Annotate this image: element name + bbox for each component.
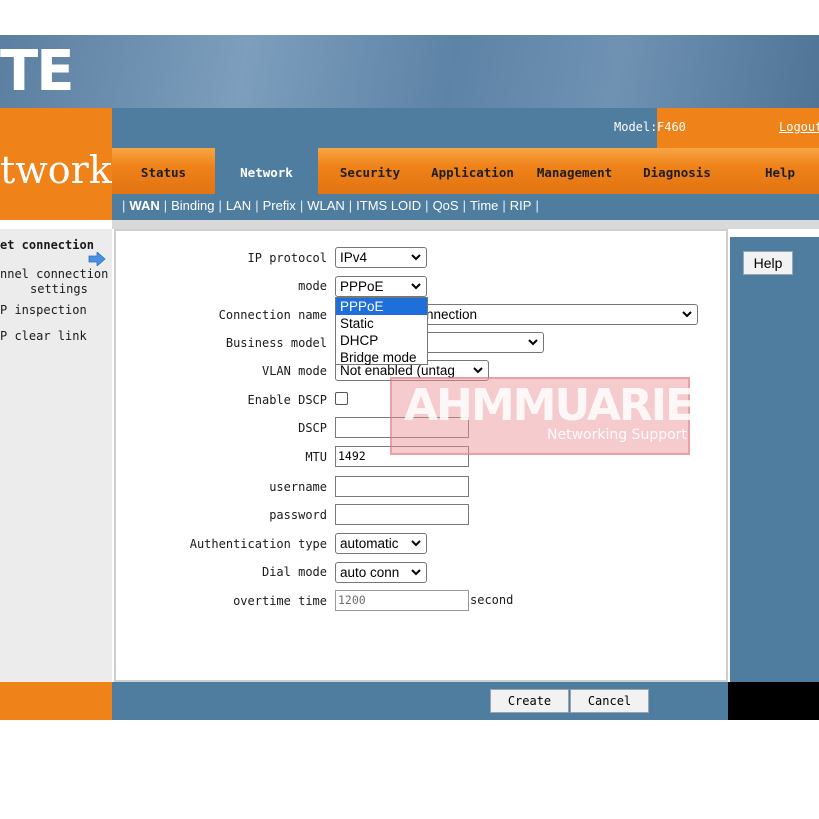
menu-application[interactable]: Application	[422, 148, 523, 194]
connection-name-label: Connection name	[218, 308, 327, 322]
authentication-type-select[interactable]: automatic	[335, 533, 427, 554]
overtime-time-label: overtime time	[233, 594, 327, 608]
mode-option-static[interactable]: Static	[336, 315, 427, 332]
password-label: password	[269, 508, 327, 522]
model-value: F460	[657, 120, 686, 134]
mode-label: mode	[298, 279, 327, 293]
business-model-label: Business model	[225, 336, 327, 350]
submenu: | WAN | Binding | LAN | Prefix | WLAN | ITMS LOID | Q…	[118, 198, 543, 213]
right-arrow-icon	[88, 252, 106, 266]
watermark-subtext: Networking Support	[547, 427, 687, 443]
submenu-binding[interactable]: Binding	[171, 198, 214, 213]
submenu-separator: |	[502, 198, 506, 213]
vlan-mode-label: VLAN mode	[261, 364, 327, 378]
submenu-prefix[interactable]: Prefix	[263, 198, 296, 213]
menu-network[interactable]: Network	[215, 148, 318, 194]
submenu-qos[interactable]: QoS	[433, 198, 459, 213]
enable-dscp-checkbox[interactable]	[335, 392, 348, 405]
submenu-separator: |	[163, 198, 168, 213]
logout-link[interactable]: Logout	[779, 120, 819, 134]
submenu-separator: |	[218, 198, 222, 213]
footer-right	[728, 682, 819, 720]
submenu-itms-loid[interactable]: ITMS LOID	[356, 198, 421, 213]
chevron-down-icon	[411, 569, 421, 576]
brand-logo: TE	[0, 39, 74, 104]
submenu-separator: |	[299, 198, 304, 213]
overtime-time-input[interactable]: 1200	[335, 590, 469, 611]
username-label: username	[269, 480, 327, 494]
dial-mode-select[interactable]: auto conn	[335, 562, 427, 583]
menu-security[interactable]: Security	[318, 148, 422, 194]
submenu-lan[interactable]: LAN	[226, 198, 251, 213]
mode-value: PPPoE	[340, 279, 384, 294]
menu-status[interactable]: Status	[112, 148, 215, 194]
submenu-separator: |	[122, 198, 126, 213]
mode-option-dhcp[interactable]: DHCP	[336, 332, 427, 349]
chevron-down-icon	[528, 339, 538, 346]
watermark-text: AHMMUARIEF	[404, 380, 723, 431]
section-title: twork	[0, 148, 112, 192]
chevron-down-icon	[411, 540, 421, 547]
help-panel	[730, 237, 819, 682]
cancel-button[interactable]: Cancel	[570, 689, 649, 713]
menu-management[interactable]: Management	[523, 148, 626, 194]
mode-option-pppoe[interactable]: PPPoE	[336, 298, 427, 315]
username-input[interactable]	[335, 476, 469, 497]
nav-tunnel-connection[interactable]: nnel connection	[0, 267, 108, 281]
menu-diagnosis[interactable]: Diagnosis	[626, 148, 728, 194]
nav-internet-connection[interactable]: et connection	[0, 238, 94, 252]
menu-help[interactable]: Help	[728, 148, 819, 194]
chevron-down-icon	[411, 283, 421, 290]
divider-strip	[112, 220, 819, 229]
submenu-separator: |	[535, 198, 539, 213]
ip-protocol-value: IPv4	[340, 250, 368, 265]
top-info-bar	[112, 108, 657, 148]
password-input[interactable]	[335, 504, 469, 525]
submenu-separator: |	[255, 198, 259, 213]
chevron-down-icon	[411, 254, 421, 261]
submenu-separator: |	[462, 198, 466, 213]
model-label: Model:	[614, 120, 658, 134]
connection-name-value: nnection	[426, 307, 478, 322]
dial-mode-label: Dial mode	[261, 565, 327, 579]
dscp-label: DSCP	[298, 421, 327, 435]
mode-option-bridge-mode[interactable]: Bridge mode	[336, 349, 427, 366]
nav-ip-inspection[interactable]: P inspection	[0, 303, 87, 317]
footer-left	[0, 682, 112, 720]
overtime-unit: second	[470, 593, 514, 607]
nav-ip-clear-link[interactable]: P clear link	[0, 329, 87, 343]
enable-dscp-label: Enable DSCP	[247, 393, 327, 407]
mode-select[interactable]: PPPoE	[335, 276, 427, 297]
submenu-separator: |	[425, 198, 429, 213]
submenu-time[interactable]: Time	[470, 198, 498, 213]
ip-protocol-label: IP protocol	[247, 251, 327, 265]
chevron-down-icon	[682, 311, 692, 318]
nav-tunnel-connection-settings[interactable]: settings	[30, 282, 88, 296]
submenu-separator: |	[348, 198, 353, 213]
mtu-label: MTU	[305, 450, 327, 464]
help-button[interactable]: Help	[743, 251, 793, 275]
authentication-type-label: Authentication type	[189, 537, 327, 551]
dial-mode-value: auto conn	[340, 565, 400, 580]
submenu-rip[interactable]: RIP	[510, 198, 532, 213]
create-button[interactable]: Create	[490, 689, 569, 713]
authentication-type-value: automatic	[340, 536, 399, 551]
submenu-wan[interactable]: WAN	[129, 198, 159, 213]
left-nav	[0, 229, 112, 682]
header-banner	[0, 35, 819, 108]
submenu-wlan[interactable]: WLAN	[307, 198, 345, 213]
ip-protocol-select[interactable]: IPv4	[335, 247, 427, 268]
mode-dropdown-list: PPPoE Static DHCP Bridge mode	[335, 297, 428, 365]
